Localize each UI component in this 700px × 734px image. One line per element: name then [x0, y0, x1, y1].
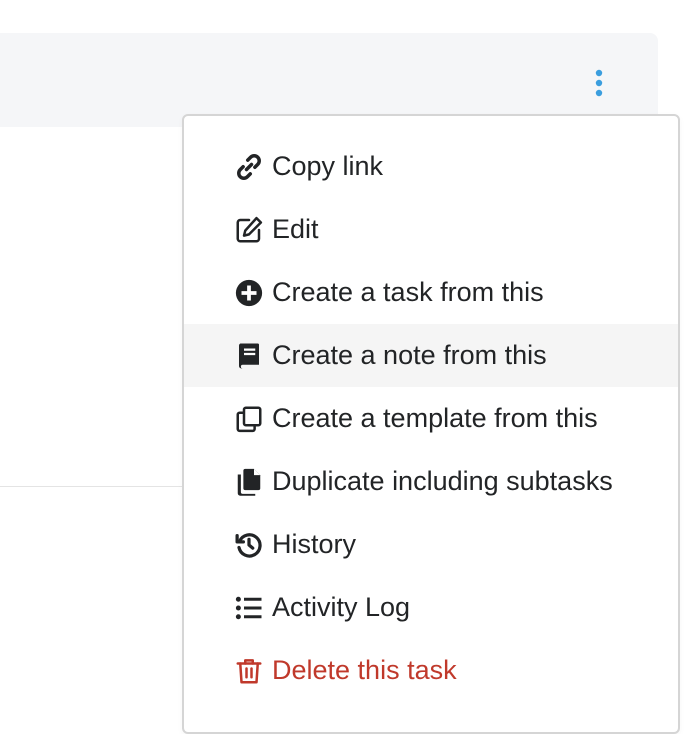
menu-item-label: Delete this task: [272, 655, 457, 685]
book-icon: [234, 340, 266, 372]
copy-icon: [234, 403, 266, 435]
history-icon: [234, 529, 266, 561]
task-options-menu: Copy link Edit Create a task from this C…: [182, 114, 680, 734]
files-icon: [234, 466, 266, 498]
menu-item-activity-log[interactable]: Activity Log: [184, 576, 678, 639]
plus-circle-icon: [234, 277, 266, 309]
content-divider: [0, 486, 184, 487]
link-icon: [234, 151, 266, 183]
menu-item-label: Create a note from this: [272, 340, 547, 370]
menu-item-create-template[interactable]: Create a template from this: [184, 387, 678, 450]
menu-item-copy-link[interactable]: Copy link: [184, 135, 678, 198]
menu-item-label: Copy link: [272, 151, 384, 181]
vertical-ellipsis-icon: [595, 69, 603, 97]
trash-icon: [234, 655, 266, 687]
menu-item-edit[interactable]: Edit: [184, 198, 678, 261]
menu-item-duplicate[interactable]: Duplicate including subtasks: [184, 450, 678, 513]
menu-list: Copy link Edit Create a task from this C…: [184, 135, 678, 702]
menu-item-label: Duplicate including subtasks: [272, 466, 613, 496]
edit-icon: [234, 214, 266, 246]
menu-item-label: Create a template from this: [272, 403, 598, 433]
menu-item-create-note[interactable]: Create a note from this: [184, 324, 678, 387]
menu-item-history[interactable]: History: [184, 513, 678, 576]
list-icon: [234, 592, 266, 624]
menu-item-label: Edit: [272, 214, 319, 244]
task-header-bar: [0, 33, 658, 127]
menu-item-create-task[interactable]: Create a task from this: [184, 261, 678, 324]
menu-item-label: Activity Log: [272, 592, 411, 622]
menu-item-delete-task[interactable]: Delete this task: [184, 639, 678, 702]
menu-item-label: Create a task from this: [272, 277, 544, 307]
menu-item-label: History: [272, 529, 357, 559]
more-options-button[interactable]: [586, 66, 612, 100]
